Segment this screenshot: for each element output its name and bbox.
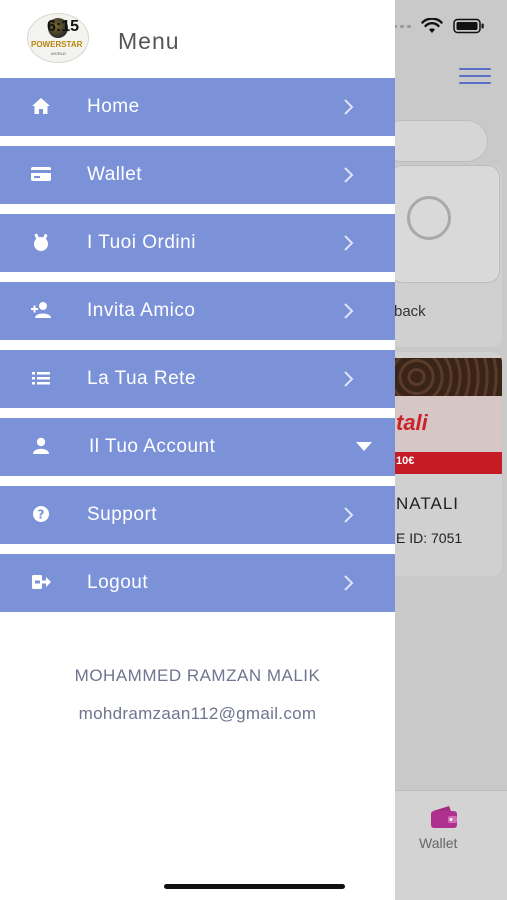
product-title: NATALI [396,494,459,513]
menu-item-logout[interactable]: Logout [0,554,395,612]
drawer-header: POWERSTAR WORLD 6:15 Menu [0,0,395,78]
user-full-name: MOHAMMED RAMZAN MALIK [74,666,321,685]
chevron-right-icon [342,370,356,388]
chevron-right-icon [342,574,356,592]
orders-icon [30,231,52,253]
menu-item-your-network[interactable]: La Tua Rete [0,350,395,408]
tab-wallet-label[interactable]: Wallet [419,835,457,851]
chevron-right-icon [342,302,356,320]
menu-item-support[interactable]: ? Support [0,486,395,544]
svg-text:?: ? [38,508,45,522]
home-icon [30,95,52,117]
wallet-icon[interactable] [429,805,459,829]
background-card-product: tali 10€ NATALI E ID: 7051 [380,352,502,576]
user-email: mohdramzaan112@gmail.com [78,704,317,723]
price-label: 10€ [396,455,415,467]
battery-icon [453,18,485,34]
chevron-right-icon [342,234,356,252]
background-search-bar [380,120,488,162]
banner-logo-text: tali [396,410,428,435]
chevron-right-icon [342,98,356,116]
caret-down-icon [356,442,372,451]
menu-item-invite-friend[interactable]: Invita Amico [0,282,395,340]
add-user-icon [30,299,52,321]
hamburger-menu-icon[interactable] [459,68,491,88]
menu-list: Home Wallet I Tuoi Ordini Invita Amico L… [0,78,395,622]
user-icon [30,435,52,457]
chevron-right-icon [342,166,356,184]
status-time: 6:15 [47,18,80,35]
safe-icon [407,196,451,240]
menu-item-home[interactable]: Home [0,78,395,136]
tab-bar: Wallet [395,790,507,900]
credit-card-icon [30,163,52,185]
question-circle-icon: ? [30,503,52,525]
chevron-right-icon [342,506,356,524]
background-card-cashback: back [380,165,502,347]
drawer-title: Menu [118,28,180,54]
menu-item-your-account[interactable]: Il Tuo Account [0,418,395,476]
product-id: E ID: 7051 [396,530,463,546]
menu-item-orders[interactable]: I Tuoi Ordini [0,214,395,272]
coffee-beans-image [380,358,502,396]
list-icon [30,367,52,389]
side-drawer: POWERSTAR WORLD 6:15 Menu Home Wallet I … [0,0,395,900]
menu-item-wallet[interactable]: Wallet [0,146,395,204]
logout-icon [30,571,52,593]
home-indicator[interactable] [164,884,345,889]
wifi-icon [421,18,443,34]
status-icons [386,18,485,34]
